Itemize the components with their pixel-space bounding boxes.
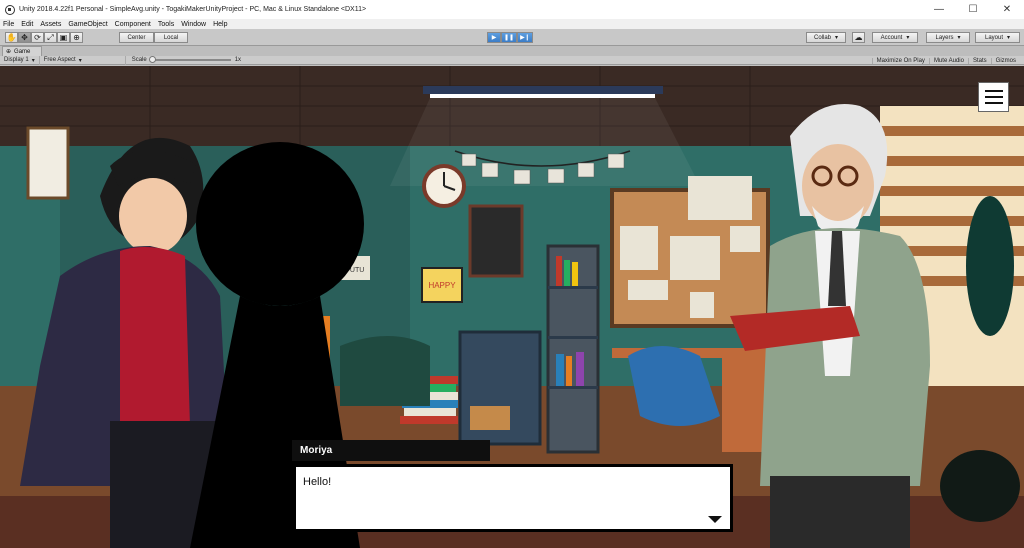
menu-bar: File Edit Assets GameObject Component To… (0, 19, 1024, 29)
menu-component[interactable]: Component (115, 21, 151, 28)
scale-tool-icon[interactable]: ⤢ (44, 32, 57, 43)
layers-dropdown[interactable]: Layers (926, 32, 970, 43)
close-button[interactable]: ✕ (990, 0, 1024, 19)
menu-file[interactable]: File (3, 21, 14, 28)
pivot-local-button[interactable]: Local (154, 32, 188, 43)
pause-button[interactable]: ❚❚ (501, 32, 517, 43)
account-dropdown[interactable]: Account (872, 32, 918, 43)
speaker-name: Moriya (300, 445, 333, 456)
cabinet-drawer (470, 406, 510, 430)
game-view-toggles: Maximize On Play Mute Audio Stats Gizmos (871, 56, 1020, 65)
play-controls: ▶ ❚❚ ▶❙ (487, 32, 533, 43)
game-viewport[interactable]: HAPPY FUTU Moriya Hello! (0, 66, 1024, 548)
game-view-bar: Display 1 Free Aspect Scale 1x Maximize … (0, 55, 1024, 65)
cloud-group: ☁ (852, 32, 865, 43)
game-icon: ⊕ (6, 49, 12, 55)
maximize-on-play-toggle[interactable]: Maximize On Play (871, 57, 929, 64)
couch (340, 336, 430, 406)
layout-dropdown[interactable]: Layout (975, 32, 1020, 43)
boy-face (119, 178, 187, 254)
tab-game[interactable]: ⊕ Game (2, 46, 42, 56)
professor-face (802, 144, 874, 228)
menu-gameobject[interactable]: GameObject (68, 21, 107, 28)
menu-window[interactable]: Window (181, 21, 206, 28)
minimize-button[interactable]: — (922, 0, 956, 19)
rect-tool-icon[interactable]: ▣ (57, 32, 70, 43)
account-group: Account (872, 32, 918, 43)
window-title: Unity 2018.4.22f1 Personal - SimpleAvg.u… (19, 6, 367, 13)
transform-tools: ✋ ✥ ⟳ ⤢ ▣ ⊕ (5, 32, 83, 43)
tab-game-label: Game (14, 48, 31, 55)
hand-tool-icon[interactable]: ✋ (5, 32, 18, 43)
pivot-center-button[interactable]: Center (119, 32, 154, 43)
maximize-button[interactable]: ☐ (956, 0, 990, 19)
poster-left (26, 126, 70, 200)
dialog-text: Hello! (303, 476, 332, 488)
hamburger-line (984, 96, 1003, 98)
window-titlebar: Unity 2018.4.22f1 Personal - SimpleAvg.u… (0, 0, 1024, 19)
collab-dropdown[interactable]: Collab (806, 32, 846, 43)
unity-logo-icon (5, 4, 15, 15)
step-button[interactable]: ▶❙ (517, 32, 533, 43)
cloud-icon[interactable]: ☁ (852, 32, 865, 43)
pivot-toggles: Center Local (119, 32, 188, 43)
play-button[interactable]: ▶ (487, 32, 501, 43)
tab-bar: ⊕ Game (0, 46, 1024, 56)
ceiling-lamp (423, 86, 663, 94)
rotate-tool-icon[interactable]: ⟳ (31, 32, 44, 43)
scale-slider[interactable] (148, 56, 231, 63)
display-dropdown[interactable]: Display 1 (0, 55, 40, 65)
dialog-panel[interactable]: Hello! (296, 467, 730, 529)
menu-help[interactable]: Help (213, 21, 227, 28)
menu-hamburger-icon[interactable] (978, 82, 1009, 112)
boy-hoodie (120, 247, 190, 426)
silhouette-head (196, 142, 364, 306)
right-toolbar: Collab (806, 32, 846, 43)
happy-poster-text: HAPPY (428, 281, 456, 290)
menu-assets[interactable]: Assets (40, 21, 61, 28)
stats-toggle[interactable]: Stats (967, 57, 991, 64)
window-controls: — ☐ ✕ (922, 0, 1024, 19)
hamburger-line (984, 102, 1003, 104)
aspect-dropdown[interactable]: Free Aspect (40, 55, 126, 65)
hamburger-line (984, 90, 1003, 92)
poster-dark (468, 204, 524, 278)
layers-group: Layers (926, 32, 970, 43)
professor-pants (770, 476, 910, 548)
scale-slider-thumb[interactable] (148, 56, 156, 63)
menu-tools[interactable]: Tools (158, 21, 174, 28)
scale-label: Scale (131, 57, 147, 63)
gizmos-dropdown[interactable]: Gizmos (990, 57, 1020, 64)
scale-control: Scale 1x (131, 56, 242, 63)
menu-edit[interactable]: Edit (21, 21, 33, 28)
scale-value: 1x (234, 57, 242, 63)
mute-audio-toggle[interactable]: Mute Audio (928, 57, 968, 64)
dialog-box[interactable]: Hello! (293, 464, 733, 532)
layout-group: Layout (975, 32, 1020, 43)
main-toolbar: ✋ ✥ ⟳ ⤢ ▣ ⊕ Center Local ▶ ❚❚ ▶❙ Collab … (0, 29, 1024, 46)
next-arrow-icon[interactable] (708, 516, 722, 523)
move-tool-icon[interactable]: ✥ (18, 32, 31, 43)
speaker-name-box: Moriya (292, 440, 490, 461)
lamp-light (430, 94, 655, 98)
transform-tool-icon[interactable]: ⊕ (70, 32, 83, 43)
